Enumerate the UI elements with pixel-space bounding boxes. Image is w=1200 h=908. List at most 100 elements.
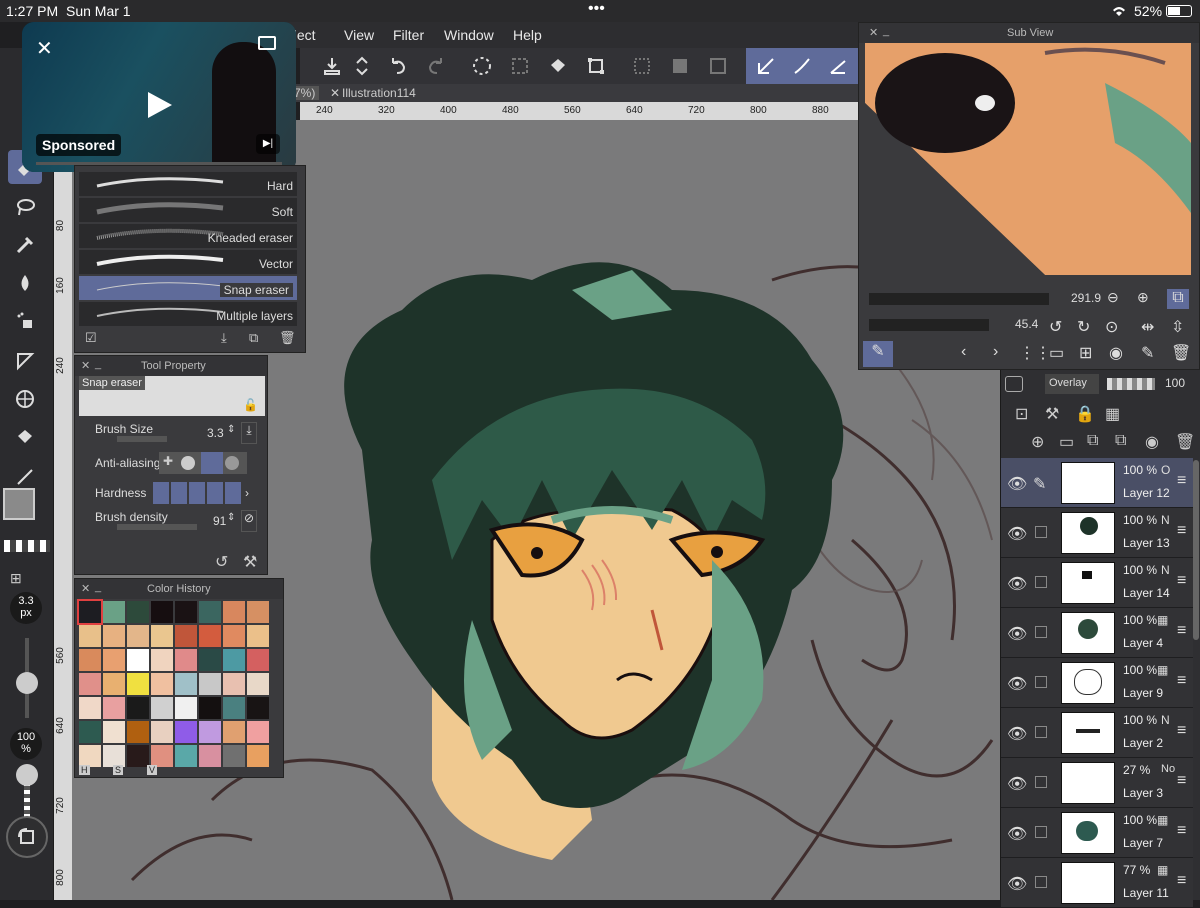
value-mode[interactable]: V	[147, 765, 158, 775]
download-icon[interactable]: ⤓	[241, 422, 257, 444]
zoom-out-icon[interactable]: ⊖	[1107, 289, 1119, 306]
sub-view-image[interactable]	[865, 43, 1191, 275]
layer-menu-icon[interactable]: ≡	[1177, 772, 1186, 790]
color-swatch[interactable]	[223, 601, 245, 623]
brush-item-kneaded-eraser[interactable]: Kneaded eraser	[79, 224, 297, 249]
previous-icon[interactable]: ‹	[961, 343, 966, 361]
layer-row[interactable]: 👁 ✎ 100 % O Layer 12 ≡	[1001, 458, 1193, 508]
layer-color-icon[interactable]	[1005, 376, 1023, 392]
none-icon[interactable]: ✚	[163, 454, 173, 468]
skip-icon[interactable]: ▶|	[256, 134, 280, 154]
color-swatch[interactable]	[175, 649, 197, 671]
ruler-snap-icon[interactable]	[752, 52, 780, 80]
duplicate-icon[interactable]: ⧉	[249, 330, 258, 346]
grid-ruler-icon[interactable]	[8, 382, 42, 416]
chevron-right-icon[interactable]: ›	[245, 486, 249, 500]
select-all-icon[interactable]	[704, 52, 732, 80]
trash-icon[interactable]: 🗑	[1175, 432, 1195, 452]
color-swatch[interactable]	[223, 649, 245, 671]
color-swatch[interactable]	[103, 745, 125, 767]
new-layer-icon[interactable]: ⊕	[1031, 432, 1044, 452]
link-icon[interactable]: ⊘	[241, 510, 257, 532]
menu-view[interactable]: View	[344, 27, 374, 43]
eyedropper-icon[interactable]: ✎	[863, 341, 893, 367]
rotate-canvas-icon[interactable]	[6, 816, 48, 858]
color-swatch[interactable]	[247, 649, 269, 671]
color-swatch[interactable]	[103, 649, 125, 671]
checkbox[interactable]	[1035, 576, 1047, 588]
menu-window[interactable]: Window	[444, 27, 494, 43]
color-swatch[interactable]	[151, 649, 173, 671]
strong-icon[interactable]	[225, 456, 239, 470]
color-swatch[interactable]	[151, 601, 173, 623]
color-swatch[interactable]	[151, 721, 173, 743]
layer-menu-icon[interactable]: ≡	[1177, 622, 1186, 640]
eye-icon[interactable]: 👁	[1007, 674, 1027, 694]
color-swatch[interactable]	[77, 599, 103, 625]
duplicate-icon[interactable]: ⧉	[1115, 432, 1126, 450]
stepper-icon[interactable]: ⇕	[227, 512, 235, 523]
eyedropper-icon[interactable]	[8, 228, 42, 262]
selection-icon[interactable]	[506, 52, 534, 80]
checkbox[interactable]	[1035, 826, 1047, 838]
eye-icon[interactable]: 👁	[1007, 474, 1027, 494]
eye-icon[interactable]: 👁	[1007, 874, 1027, 894]
lock-icon[interactable]: 🔒	[1075, 404, 1095, 424]
checkbox[interactable]	[1035, 676, 1047, 688]
color-swatch[interactable]	[199, 697, 221, 719]
layer-menu-icon[interactable]: ≡	[1177, 472, 1186, 490]
color-swatch[interactable]	[199, 745, 221, 767]
checkbox[interactable]	[1035, 776, 1047, 788]
reset-icon[interactable]: ↺	[215, 552, 228, 572]
color-swatch[interactable]	[175, 721, 197, 743]
color-swatch[interactable]	[247, 673, 269, 695]
color-swatch[interactable]	[103, 625, 125, 647]
export-icon[interactable]	[318, 52, 346, 80]
layer-row[interactable]: 👁 100 % ▦ Layer 7 ≡	[1001, 808, 1193, 858]
loading-icon[interactable]	[468, 52, 496, 80]
menu-filter[interactable]: Filter	[393, 27, 424, 43]
layer-menu-icon[interactable]: ≡	[1177, 872, 1186, 890]
color-swatch[interactable]	[247, 721, 269, 743]
pip-icon[interactable]	[258, 36, 276, 50]
weak-icon[interactable]	[181, 456, 195, 470]
transparent-color-swatch[interactable]	[4, 540, 50, 552]
picture-in-picture-video[interactable]: ✕ Sponsored ▶|	[22, 22, 296, 172]
layer-menu-icon[interactable]: ≡	[1177, 822, 1186, 840]
play-icon[interactable]	[146, 90, 174, 120]
fill-icon[interactable]	[544, 52, 572, 80]
edit-icon[interactable]: ✎	[1141, 343, 1154, 363]
new-folder-icon[interactable]: ▭	[1059, 432, 1074, 452]
color-swatch[interactable]	[127, 601, 149, 623]
color-swatch[interactable]	[175, 601, 197, 623]
eye-icon[interactable]: 👁	[1007, 774, 1027, 794]
color-swatch[interactable]	[79, 697, 101, 719]
color-swatch[interactable]	[103, 697, 125, 719]
close-icon[interactable]: ✕	[81, 582, 90, 595]
trash-icon[interactable]: 🗑	[1171, 343, 1191, 363]
zoom-slider[interactable]	[869, 293, 1049, 305]
layer-row[interactable]: 👁 100 % N Layer 13 ≡	[1001, 508, 1193, 558]
brush-item-hard[interactable]: Hard	[79, 172, 297, 197]
color-swatch[interactable]	[223, 745, 245, 767]
layer-row[interactable]: 👁 100 % N Layer 14 ≡	[1001, 558, 1193, 608]
color-swatch[interactable]	[127, 673, 149, 695]
import-image-icon[interactable]: ⊞	[1079, 343, 1092, 363]
invert-selection-icon[interactable]	[666, 52, 694, 80]
download-icon[interactable]: ⤓	[221, 330, 227, 346]
color-swatch[interactable]	[103, 721, 125, 743]
hue-mode[interactable]: H	[79, 765, 90, 775]
color-swatch[interactable]	[79, 721, 101, 743]
fill-bucket-icon[interactable]	[8, 420, 42, 454]
color-swatch[interactable]	[151, 745, 173, 767]
color-swatch[interactable]	[175, 697, 197, 719]
eye-icon[interactable]: 👁	[1007, 524, 1027, 544]
color-swatch[interactable]	[247, 625, 269, 647]
layer-row[interactable]: 👁 100 % N Layer 2 ≡	[1001, 708, 1193, 758]
close-icon[interactable]: ✕	[81, 359, 90, 372]
stepper-icon[interactable]: ⇕	[227, 424, 235, 435]
rotate-right-icon[interactable]: ↻	[1077, 317, 1090, 337]
lasso-icon[interactable]	[8, 190, 42, 224]
color-swatch[interactable]	[151, 697, 173, 719]
color-swatch[interactable]	[223, 673, 245, 695]
